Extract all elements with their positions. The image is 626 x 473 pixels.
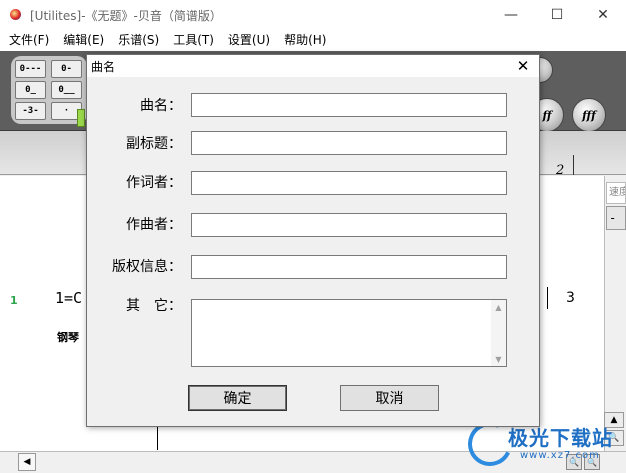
menu-file[interactable]: 文件(F) <box>2 30 56 51</box>
instrument-label: 钢琴 <box>57 331 79 344</box>
watermark-logo: 极光下载站 www.xz7.com <box>461 415 618 473</box>
sixteenth-note-key[interactable]: 0̲̲ <box>51 81 82 99</box>
subtitle-label: 副标题： <box>126 136 182 152</box>
dialog-title: 曲名 <box>91 59 116 74</box>
composer-input[interactable] <box>191 213 507 237</box>
whole-note-key[interactable]: 0--- <box>15 60 46 78</box>
menu-edit[interactable]: 编辑(E) <box>56 30 111 51</box>
note-stem <box>157 425 158 450</box>
title-bar: [Utilites]-《无题》-贝音（简谱版） — ☐ ✕ <box>0 0 626 30</box>
song-info-dialog: 曲名 ✕ 曲名： 副标题： 作词者： 作曲者： 版权信息： 其 它： ▲ ▼ 确… <box>86 54 540 427</box>
composer-label: 作曲者： <box>126 217 182 233</box>
line-number: 1 <box>10 294 18 307</box>
tempo-label: 速度 <box>606 182 626 204</box>
arrow-up-icon[interactable]: ▲ <box>491 300 506 314</box>
watermark-url: www.xz7.com <box>520 450 600 461</box>
tempo-strip[interactable]: - - <box>606 206 626 230</box>
scroll-left-button[interactable]: ◀ <box>18 453 36 471</box>
cancel-button[interactable]: 取消 <box>340 385 439 411</box>
ok-button[interactable]: 确定 <box>188 385 287 411</box>
title-input[interactable] <box>191 93 507 117</box>
arrow-left-icon: ◀ <box>23 457 31 467</box>
minimize-button[interactable]: — <box>488 0 534 30</box>
menu-score[interactable]: 乐谱(S) <box>111 30 166 51</box>
subtitle-input[interactable] <box>191 131 507 155</box>
menu-bar: 文件(F) 编辑(E) 乐谱(S) 工具(T) 设置(U) 帮助(H) <box>0 30 626 51</box>
window-title: [Utilites]-《无题》-贝音（简谱版） <box>30 8 222 23</box>
title-label: 曲名： <box>140 98 182 114</box>
eighth-note-key[interactable]: 0̲ <box>15 81 46 99</box>
close-window-button[interactable]: ✕ <box>580 0 626 30</box>
copyright-label: 版权信息： <box>112 259 182 275</box>
other-label: 其 它： <box>126 298 182 314</box>
arrow-down-icon[interactable]: ▼ <box>491 352 506 366</box>
maximize-button[interactable]: ☐ <box>534 0 580 30</box>
note-duration-pad: 0--- 0- 0̲ 0̲̲ -3- · <box>11 56 87 124</box>
menu-tools[interactable]: 工具(T) <box>166 30 221 51</box>
dynamic-fff-button[interactable]: fff <box>572 98 606 132</box>
dialog-title-bar: 曲名 ✕ <box>87 55 539 77</box>
lyricist-input[interactable] <box>191 171 507 195</box>
key-signature[interactable]: 1=C <box>55 289 82 307</box>
textarea-scrollbar[interactable]: ▲ ▼ <box>491 300 506 366</box>
copyright-input[interactable] <box>191 255 507 279</box>
lyricist-label: 作词者： <box>126 175 182 191</box>
close-icon[interactable]: ✕ <box>515 57 531 75</box>
menu-help[interactable]: 帮助(H) <box>277 30 333 51</box>
barline <box>547 287 548 309</box>
ruler-tick <box>573 155 574 175</box>
window-controls: — ☐ ✕ <box>488 0 626 30</box>
app-icon <box>8 7 24 23</box>
green-indicator-key[interactable] <box>77 109 85 127</box>
half-note-key[interactable]: 0- <box>51 60 82 78</box>
application-window: [Utilites]-《无题》-贝音（简谱版） — ☐ ✕ 文件(F) 编辑(E… <box>0 0 626 473</box>
triplet-key[interactable]: -3- <box>15 102 46 120</box>
other-textarea[interactable] <box>191 299 507 367</box>
menu-settings[interactable]: 设置(U) <box>221 30 277 51</box>
measure-number[interactable]: 3 <box>566 290 575 306</box>
